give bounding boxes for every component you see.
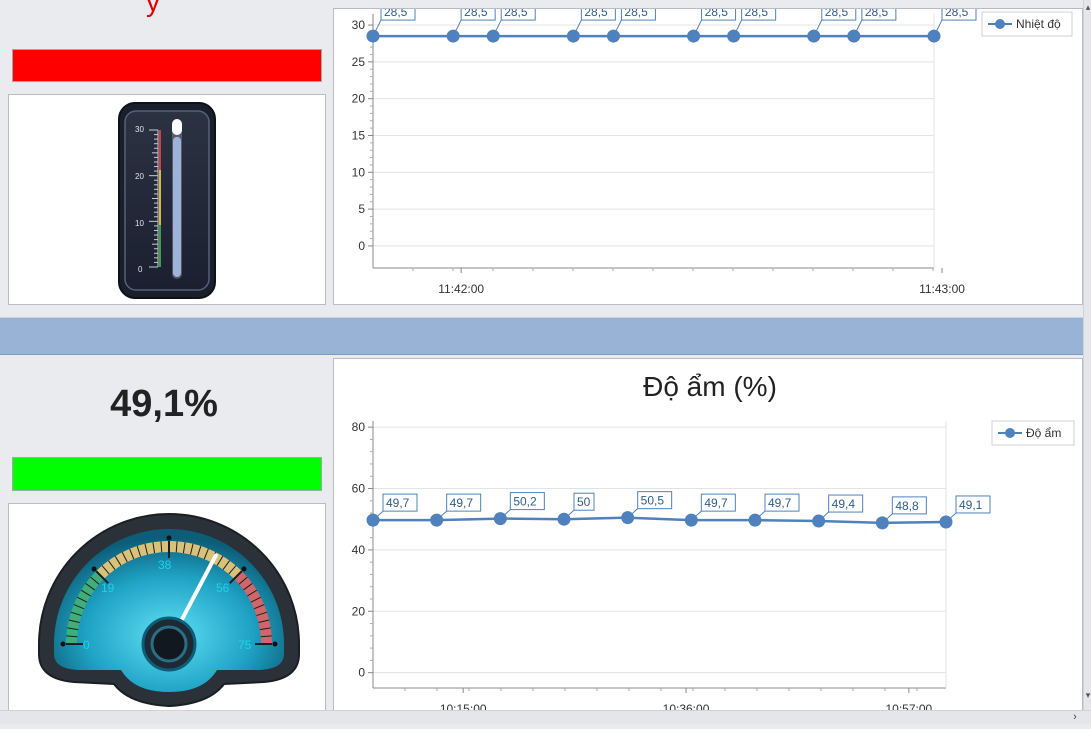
temp-data-point bbox=[446, 29, 460, 43]
temperature-chart: 0 5 10 15 20 25 30 11:42:00 11:43:00 28,5 28,5 28,5… bbox=[352, 2, 1073, 296]
gauge-label-75: 75 bbox=[238, 638, 252, 652]
temp-legend-label: Nhiệt độ bbox=[1016, 17, 1061, 31]
hum-data-label: 49,1 bbox=[959, 498, 983, 512]
hum-data-label: 50 bbox=[577, 495, 591, 509]
scroll-right-icon[interactable]: › bbox=[1068, 711, 1082, 724]
humidity-chart: Độ ẩm (%) 02040608010:15:00 10:36:00 10:57… bbox=[352, 371, 1075, 716]
thermometer-label-20: 20 bbox=[135, 172, 144, 181]
gauge-major-dot bbox=[60, 641, 66, 647]
gauge-label-38: 38 bbox=[158, 558, 172, 572]
gauge-icon: 0 19 38 56 75 bbox=[38, 513, 300, 708]
hum-data-label: 48,8 bbox=[895, 499, 919, 513]
gauge-major-dot bbox=[241, 566, 247, 572]
temp-data-label: 28,5 bbox=[825, 9, 849, 19]
hum-series-line bbox=[373, 516, 947, 525]
temp-xtick-label: 11:43:00 bbox=[919, 282, 965, 296]
gauge-panel: 0 19 38 56 75 bbox=[8, 503, 326, 723]
thermometer-mercury bbox=[173, 136, 181, 277]
gauge-label-19: 19 bbox=[101, 581, 115, 595]
hum-ytick-label: 40 bbox=[352, 543, 366, 557]
hum-ytick-label: 60 bbox=[352, 482, 366, 496]
temp-ytick-label: 5 bbox=[358, 202, 365, 216]
hum-data-label: 50,5 bbox=[641, 494, 665, 508]
temp-data-label: 28,5 bbox=[464, 9, 488, 19]
hum-legend-marker bbox=[1005, 428, 1015, 438]
humidity-value-text: 49,1% bbox=[110, 383, 218, 425]
temp-data-label: 28,5 bbox=[624, 9, 648, 19]
temp-ytick-label: 20 bbox=[352, 92, 366, 106]
temp-data-label: 28,5 bbox=[865, 9, 889, 19]
gauge-major-dot bbox=[91, 566, 97, 572]
hum-ytick-label: 20 bbox=[352, 604, 366, 618]
temp-ytick-label: 25 bbox=[352, 55, 366, 69]
thermometer-icon: 0 10 20 30 bbox=[118, 102, 216, 299]
gauge-major-dot bbox=[272, 641, 278, 647]
horizontal-scrollbar[interactable]: › bbox=[0, 710, 1091, 724]
thermometer-label-30: 30 bbox=[135, 125, 144, 134]
temp-xtick-label: 11:42:00 bbox=[438, 282, 484, 296]
hum-ytick-label: 0 bbox=[358, 666, 365, 680]
thermometer-label-0: 0 bbox=[138, 265, 143, 274]
hum-data-label: 50,2 bbox=[513, 495, 537, 509]
humidity-chart-panel: Độ ẩm (%) 0 20 40 60 80 10:15:00 10:36:00 10:57… bbox=[333, 358, 1083, 723]
temp-data-label: 28,5 bbox=[584, 9, 608, 19]
temp-data-label: 28,5 bbox=[384, 9, 408, 19]
scroll-up-icon[interactable]: ▴ bbox=[1084, 2, 1091, 12]
temp-ytick-label: 0 bbox=[358, 239, 365, 253]
temperature-chart-panel: 0 5 10 15 20 25 30 11:42:00 11:43:00 28,5 28,5 28,5… bbox=[333, 2, 1083, 305]
temp-data-label: 28,5 bbox=[745, 9, 769, 19]
gauge-label-56: 56 bbox=[216, 581, 230, 595]
hum-legend-label: Độ ẩm bbox=[1026, 426, 1061, 440]
hum-data-label: 49,7 bbox=[704, 496, 728, 510]
temp-ytick-label: 15 bbox=[352, 128, 366, 142]
temperature-status-bar bbox=[12, 49, 322, 82]
vertical-scrollbar[interactable]: ▴ ▾ bbox=[1083, 0, 1091, 710]
section-divider bbox=[0, 317, 1083, 355]
gauge-major-dot bbox=[166, 535, 172, 541]
hum-ytick-label: 80 bbox=[352, 420, 366, 434]
temp-data-label: 28,5 bbox=[504, 9, 528, 19]
temp-data-label: 28,5 bbox=[945, 9, 969, 19]
temp-data-point bbox=[727, 29, 741, 43]
temp-ytick-label: 10 bbox=[352, 165, 366, 179]
thermometer-panel: 0 10 20 30 bbox=[8, 94, 326, 305]
temp-data-label: 28,5 bbox=[705, 9, 729, 19]
hum-data-label: 49,7 bbox=[386, 496, 410, 510]
scroll-down-icon[interactable]: ▾ bbox=[1084, 690, 1091, 700]
thermometer-label-10: 10 bbox=[135, 219, 144, 228]
humidity-chart-title: Độ ẩm (%) bbox=[643, 371, 777, 402]
temp-ytick-label: 30 bbox=[352, 18, 366, 32]
hum-data-label: 49,7 bbox=[450, 496, 474, 510]
humidity-section: 49,1% 0 19 38 56 75 Độ ẩm (%) 0 20 40 60 80 bbox=[0, 356, 1083, 723]
hum-data-label: 49,4 bbox=[832, 497, 856, 511]
temp-data-point bbox=[687, 29, 701, 43]
temp-legend-marker bbox=[995, 19, 1005, 29]
gauge-label-0: 0 bbox=[83, 638, 90, 652]
humidity-status-bar bbox=[12, 457, 322, 491]
hum-data-label: 49,7 bbox=[768, 496, 792, 510]
temperature-value-text: y bbox=[146, 0, 160, 17]
temperature-section: y 0 10 20 30 0 5 10 15 20 25 30 11:42:00 11 bbox=[0, 0, 1083, 313]
